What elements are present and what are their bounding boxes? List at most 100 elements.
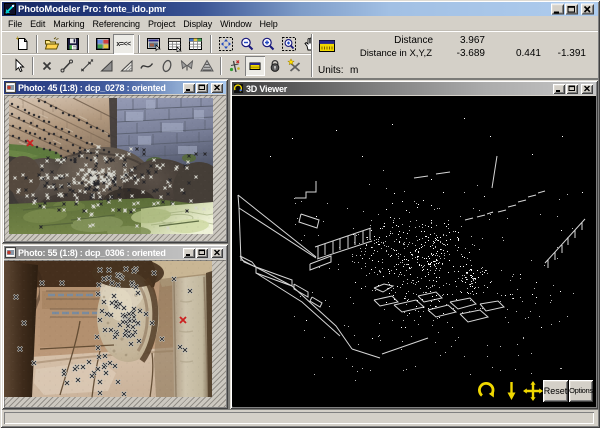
surface-button[interactable] bbox=[97, 56, 117, 76]
menu-help[interactable]: Help bbox=[256, 18, 282, 30]
menu-bar: File Edit Marking Referencing Project Di… bbox=[2, 17, 598, 31]
menu-file[interactable]: File bbox=[4, 18, 26, 30]
photo-window-45[interactable]: Photo: 45 (1:8) : dcp_0278 : oriented bbox=[2, 79, 228, 243]
menu-window[interactable]: Window bbox=[216, 18, 255, 30]
photo1-minimize-icon bbox=[185, 89, 190, 91]
save-button[interactable] bbox=[62, 34, 83, 54]
status-bar bbox=[2, 410, 598, 426]
viewer3d-close-button[interactable] bbox=[581, 83, 593, 94]
idealize-label: x=<< bbox=[116, 40, 131, 48]
mark-polyline-button[interactable] bbox=[77, 56, 97, 76]
zoom-in-button[interactable] bbox=[257, 34, 278, 54]
viewer3d-title-bar[interactable]: 3D Viewer bbox=[232, 82, 596, 95]
mark-point-button[interactable] bbox=[37, 56, 57, 76]
toolbar-separator bbox=[220, 57, 222, 75]
mark-curve-button[interactable] bbox=[137, 56, 157, 76]
viewer3d-viewport[interactable]: Reset Options bbox=[232, 96, 596, 407]
photo-window-55[interactable]: Photo: 55 (1:8) : dcp_0306 : oriented bbox=[2, 244, 228, 409]
close-icon bbox=[583, 5, 591, 13]
photo2-maximize-button[interactable] bbox=[196, 247, 208, 258]
viewer3d-minimize-button[interactable] bbox=[553, 83, 565, 94]
photo-table-button[interactable] bbox=[185, 34, 206, 54]
zoom-region-button[interactable] bbox=[278, 34, 299, 54]
photo2-image bbox=[4, 261, 212, 397]
units-label: Units: bbox=[318, 65, 344, 76]
surface-outline-triangle-icon bbox=[120, 59, 133, 72]
menu-edit[interactable]: Edit bbox=[26, 18, 49, 30]
lock-button[interactable] bbox=[265, 56, 285, 76]
toolbar-separator bbox=[311, 34, 313, 77]
zoom-out-icon bbox=[240, 37, 253, 51]
idealize-button[interactable]: x=<< bbox=[113, 34, 134, 54]
distance-z-value: -1.391 bbox=[557, 48, 586, 59]
table-colored-icon bbox=[188, 38, 202, 50]
close-button[interactable] bbox=[581, 3, 594, 15]
photo1-close-icon bbox=[213, 84, 220, 91]
table-icon bbox=[167, 38, 182, 52]
photo2-title-bar[interactable]: Photo: 55 (1:8) : dcp_0306 : oriented bbox=[4, 246, 226, 259]
photo2-maximize-icon bbox=[198, 249, 205, 255]
status-panel bbox=[4, 412, 594, 424]
distance-y-value: 0.441 bbox=[515, 48, 541, 59]
photo1-title-bar[interactable]: Photo: 45 (1:8) : dcp_0278 : oriented bbox=[4, 81, 226, 94]
photomodeler-window: PhotoModeler Pro: fonte_ido.pmr File Edi… bbox=[0, 0, 600, 428]
photo1-canvas[interactable] bbox=[4, 95, 226, 241]
reference-mode-button[interactable] bbox=[225, 56, 245, 76]
units-value: m bbox=[350, 65, 359, 76]
photo1-window-icon bbox=[5, 82, 16, 93]
measure-mode-button[interactable] bbox=[245, 56, 265, 76]
open-project-button[interactable] bbox=[41, 34, 62, 54]
minimize-button[interactable] bbox=[551, 3, 564, 15]
viewer3d-window[interactable]: 3D Viewer Reset Options bbox=[230, 80, 598, 409]
menu-project[interactable]: Project bbox=[144, 18, 179, 30]
cone-button[interactable] bbox=[197, 56, 217, 76]
new-project-button[interactable] bbox=[11, 34, 32, 54]
toolbar-separator bbox=[32, 57, 34, 75]
photo2-title: Photo: 55 (1:8) : dcp_0306 : oriented bbox=[18, 247, 166, 258]
toolbar-separator bbox=[86, 35, 89, 53]
viewer3d-maximize-button[interactable] bbox=[566, 83, 578, 94]
viewer3d-title: 3D Viewer bbox=[246, 83, 288, 94]
surface-draw-button[interactable] bbox=[117, 56, 137, 76]
photo1-maximize-button[interactable] bbox=[196, 82, 208, 93]
photo1-maximize-icon bbox=[198, 84, 205, 90]
photo2-close-button[interactable] bbox=[211, 247, 223, 258]
photo1-close-button[interactable] bbox=[211, 82, 223, 93]
mark-cylinder-button[interactable] bbox=[157, 56, 177, 76]
zoom-out-button[interactable] bbox=[236, 34, 257, 54]
photo2-canvas[interactable] bbox=[4, 260, 226, 407]
options-button[interactable]: Options bbox=[569, 380, 593, 402]
mark-line-button[interactable] bbox=[57, 56, 77, 76]
measure-panel: Distance 3.967 Distance in X,Y,Z -3.689 … bbox=[311, 32, 598, 79]
photo1-minimize-button[interactable] bbox=[183, 82, 195, 93]
translate-z-control-icon[interactable] bbox=[504, 380, 519, 402]
scale-rotate-button[interactable] bbox=[285, 56, 305, 76]
triangles-button[interactable] bbox=[177, 56, 197, 76]
menu-referencing[interactable]: Referencing bbox=[89, 18, 144, 30]
maximize-button[interactable] bbox=[565, 3, 578, 15]
menu-display[interactable]: Display bbox=[179, 18, 216, 30]
distance-x-value: -3.689 bbox=[456, 48, 485, 59]
photo1-title: Photo: 45 (1:8) : dcp_0278 : oriented bbox=[18, 82, 166, 93]
measure-tape-icon bbox=[249, 62, 261, 70]
zoom-extents-button[interactable] bbox=[215, 34, 236, 54]
menu-marking[interactable]: Marking bbox=[49, 18, 88, 30]
toolbar-separator bbox=[137, 35, 140, 53]
workspace: Photo: 45 (1:8) : dcp_0278 : oriented Ph… bbox=[2, 78, 598, 410]
photo2-window-icon bbox=[5, 247, 16, 258]
photo-window-icon bbox=[146, 38, 161, 52]
open-photo-button[interactable] bbox=[143, 34, 164, 54]
point-table-button[interactable] bbox=[164, 34, 185, 54]
new-document-icon bbox=[15, 36, 27, 50]
viewer3d-window-icon bbox=[233, 83, 244, 94]
photo-palette-icon bbox=[95, 38, 110, 50]
cone-icon bbox=[200, 59, 214, 72]
photo-palette-button[interactable] bbox=[92, 34, 113, 54]
reset-button[interactable]: Reset bbox=[543, 380, 568, 402]
select-button[interactable] bbox=[9, 56, 29, 76]
title-bar[interactable]: PhotoModeler Pro: fonte_ido.pmr bbox=[2, 2, 598, 16]
lock-icon bbox=[270, 60, 280, 72]
photo2-minimize-button[interactable] bbox=[183, 247, 195, 258]
rotate-control-icon[interactable] bbox=[477, 380, 499, 402]
pan-control-icon[interactable] bbox=[522, 380, 544, 402]
